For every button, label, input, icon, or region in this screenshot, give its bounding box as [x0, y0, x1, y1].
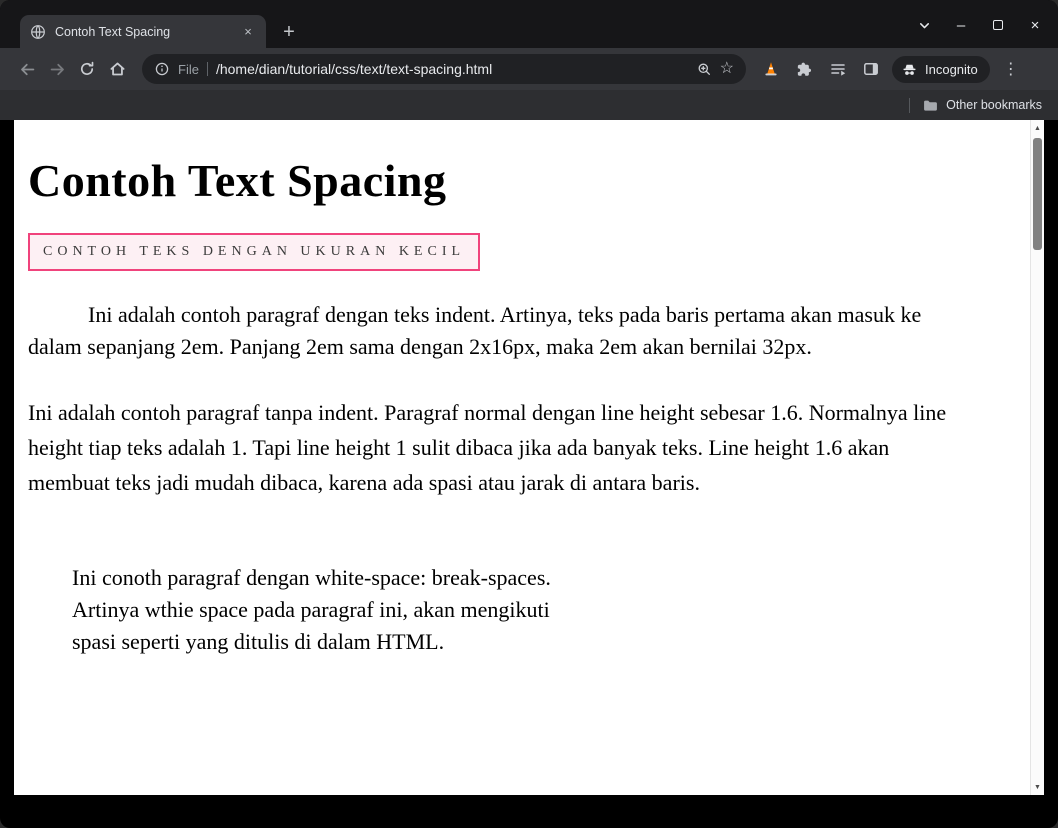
- url-scheme-label: File: [178, 62, 199, 77]
- vlc-extension-icon[interactable]: [762, 60, 780, 78]
- paragraph-line-height: Ini adalah contoh paragraf tanpa indent.…: [28, 395, 968, 501]
- maximize-button[interactable]: [989, 16, 1007, 34]
- scrollbar-thumb[interactable]: [1033, 138, 1042, 250]
- minimize-button[interactable]: –: [952, 16, 970, 34]
- tab-strip: Contoh Text Spacing × + – ×: [0, 0, 1058, 48]
- scroll-up-icon[interactable]: ▲: [1031, 121, 1044, 135]
- toolbar: File /home/dian/tutorial/css/text/text-s…: [0, 48, 1058, 90]
- reload-icon[interactable]: [72, 54, 102, 84]
- new-tab-button[interactable]: +: [276, 20, 302, 46]
- page-body: Contoh Text Spacing CONTOH TEKS DENGAN U…: [14, 120, 1030, 795]
- tab-title: Contoh Text Spacing: [55, 25, 231, 39]
- zoom-icon[interactable]: [696, 61, 712, 77]
- back-icon[interactable]: [12, 54, 42, 84]
- incognito-badge[interactable]: Incognito: [892, 56, 990, 83]
- side-panel-icon[interactable]: [862, 60, 880, 78]
- info-icon[interactable]: [154, 61, 170, 77]
- forward-icon[interactable]: [42, 54, 72, 84]
- page-title: Contoh Text Spacing: [28, 154, 1016, 207]
- home-icon[interactable]: [102, 54, 132, 84]
- menu-kebab-icon[interactable]: ⋮: [1002, 59, 1020, 79]
- other-bookmarks-label: Other bookmarks: [946, 98, 1042, 112]
- window-controls: – ×: [915, 16, 1044, 34]
- bookmarks-bar: Other bookmarks: [0, 90, 1058, 120]
- incognito-icon: [901, 61, 918, 78]
- chevron-down-icon[interactable]: [915, 16, 933, 34]
- close-button[interactable]: ×: [1026, 16, 1044, 34]
- tab-close-icon[interactable]: ×: [240, 24, 256, 39]
- bookmarks-separator: [909, 98, 910, 113]
- other-bookmarks-button[interactable]: Other bookmarks: [922, 97, 1042, 114]
- extensions-row: [762, 60, 880, 79]
- extensions-puzzle-icon[interactable]: [795, 60, 814, 79]
- page-viewport: Contoh Text Spacing CONTOH TEKS DENGAN U…: [14, 120, 1044, 795]
- list-icon[interactable]: [829, 60, 847, 78]
- star-icon[interactable]: ☆: [720, 61, 734, 77]
- smallcaps-box: CONTOH TEKS DENGAN UKURAN KECIL: [28, 233, 480, 271]
- scroll-down-icon[interactable]: ▼: [1031, 780, 1044, 794]
- paragraph-indent: Ini adalah contoh paragraf dengan teks i…: [28, 299, 968, 363]
- incognito-label: Incognito: [925, 62, 978, 77]
- paragraph-break-spaces: Ini conoth paragraf dengan white-space: …: [28, 530, 968, 658]
- browser-window: Contoh Text Spacing × + – ×: [0, 0, 1058, 828]
- globe-icon: [30, 24, 46, 40]
- folder-icon: [922, 97, 939, 114]
- maximize-icon: [993, 20, 1003, 30]
- address-bar[interactable]: File /home/dian/tutorial/css/text/text-s…: [142, 54, 746, 84]
- url-text: /home/dian/tutorial/css/text/text-spacin…: [216, 61, 492, 77]
- url-separator: [207, 62, 208, 76]
- browser-tab[interactable]: Contoh Text Spacing ×: [20, 15, 266, 48]
- scrollbar[interactable]: ▲ ▼: [1030, 120, 1044, 795]
